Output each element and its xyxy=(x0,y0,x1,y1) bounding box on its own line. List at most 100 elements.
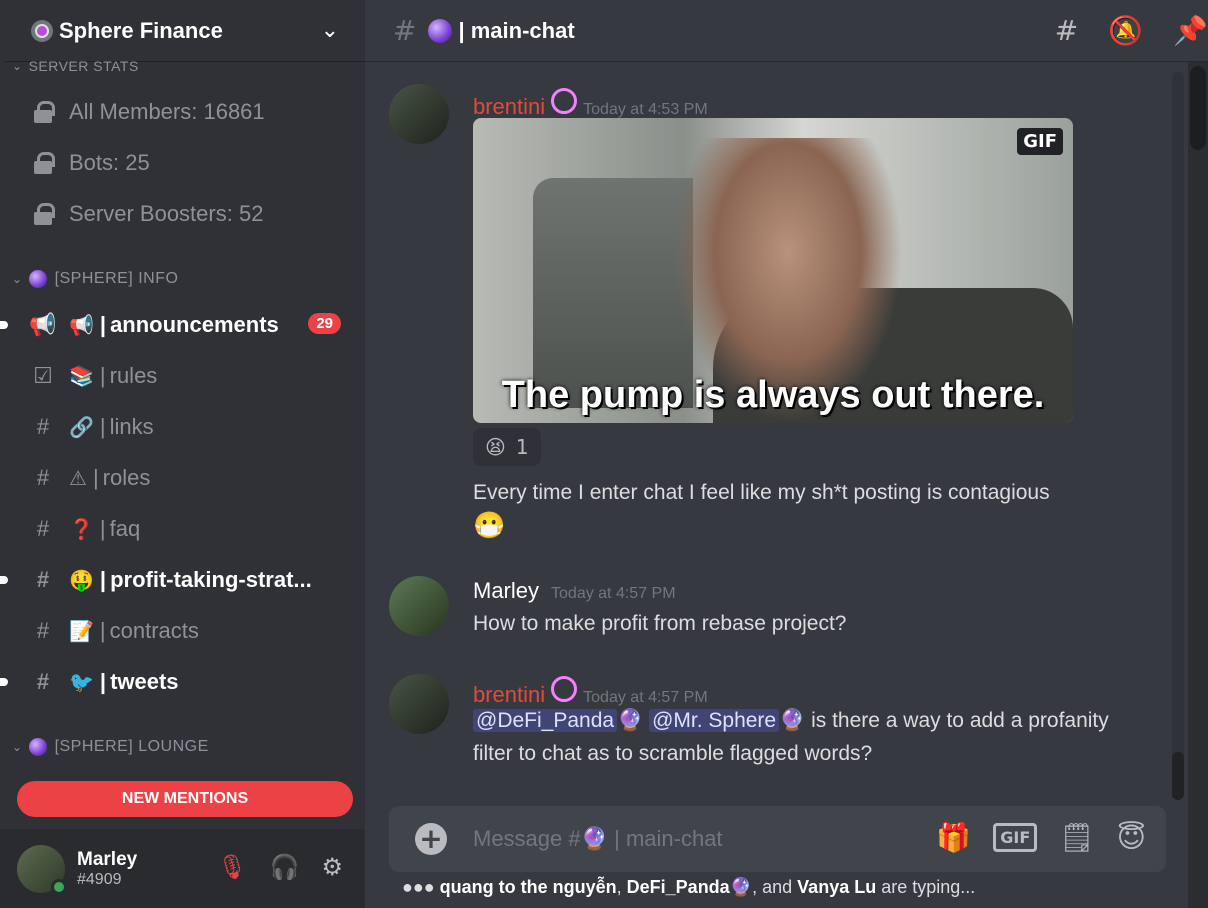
message-author[interactable]: Marley xyxy=(473,578,539,604)
channel-emoji: ❓ xyxy=(69,518,94,541)
hash-lock-icon: # xyxy=(36,618,50,643)
message-scrollbar[interactable] xyxy=(1172,72,1184,800)
crystal-ball-icon: 🔮 xyxy=(729,877,753,897)
channel-contracts[interactable]: # 📝 | contracts xyxy=(17,609,353,653)
lock-icon xyxy=(31,202,55,226)
channel-header: # | main-chat # 🔕 📌 xyxy=(365,0,1208,62)
message-author[interactable]: brentini xyxy=(473,94,545,120)
hash-lock-icon: # xyxy=(36,567,50,592)
channel-profit-taking[interactable]: # 🤑 | profit-taking-strat... xyxy=(0,558,353,602)
unread-indicator xyxy=(0,678,8,686)
lock-icon xyxy=(31,100,55,124)
notification-bell-muted-icon[interactable]: 🔕 xyxy=(1108,14,1143,47)
message-text: How to make profit from rebase project? xyxy=(473,612,847,635)
message-timestamp: Today at 4:57 PM xyxy=(551,585,676,602)
mic-muted-icon[interactable]: 🎙 xyxy=(217,853,247,881)
reaction-button[interactable]: 😫 1 xyxy=(473,428,541,466)
emoji-picker-icon[interactable]: 😇 xyxy=(1117,821,1146,854)
category-label: [SPHERE] INFO xyxy=(54,270,179,287)
add-attachment-icon[interactable]: + xyxy=(415,823,447,855)
channel-emoji: 🤑 xyxy=(69,569,94,592)
typing-user: DeFi_Panda xyxy=(626,877,730,897)
server-icon xyxy=(31,19,53,42)
channel-emoji: 📢 xyxy=(69,314,94,337)
avatar[interactable] xyxy=(17,844,67,895)
online-status-icon xyxy=(51,878,67,895)
user-mention[interactable]: @DeFi_Panda xyxy=(473,709,618,732)
channel-name: profit-taking-strat... xyxy=(110,567,312,592)
hash-lock-icon: # xyxy=(36,465,50,490)
headphones-icon[interactable]: 🎧 xyxy=(270,853,300,881)
channel-roles[interactable]: # ⚠ | roles xyxy=(17,456,353,500)
crystal-ball-icon xyxy=(28,270,47,288)
category-sphere-lounge[interactable]: ⌄ [SPHERE] LOUNGE xyxy=(12,738,209,756)
mask-face-emoji-icon: 😷 xyxy=(473,510,506,540)
gif-picker-button[interactable]: GIF xyxy=(993,823,1038,852)
channel-links[interactable]: # 🔗 | links xyxy=(17,405,353,449)
user-panel: Marley #4909 🎙 🎧 ⚙ xyxy=(0,829,365,908)
new-mentions-button[interactable]: NEW MENTIONS xyxy=(17,781,353,817)
crystal-ball-icon xyxy=(428,18,453,43)
crystal-ball-icon: 🔮 xyxy=(779,709,806,732)
user-mention[interactable]: @Mr. Sphere xyxy=(649,709,780,732)
gif-attachment[interactable]: GIF The pump is always out there. xyxy=(473,118,1073,423)
message-input[interactable]: Message #🔮 | main-chat xyxy=(473,826,723,852)
avatar[interactable] xyxy=(389,576,449,636)
hash-lock-icon: # xyxy=(36,669,50,694)
hash-lock-icon: # xyxy=(36,516,50,541)
message-composer: + Message #🔮 | main-chat 🎁 GIF 🗒 😇 xyxy=(389,806,1166,872)
channel-faq[interactable]: # ❓ | faq xyxy=(17,507,353,551)
scrollbar-thumb[interactable] xyxy=(1172,752,1184,800)
typing-user: Vanya Lu xyxy=(797,877,877,897)
channel-label: Server Boosters: 52 xyxy=(69,201,264,226)
channel-emoji: 📚 xyxy=(69,365,94,388)
channel-label: Bots: 25 xyxy=(69,150,150,175)
stat-channel-boosters[interactable]: Server Boosters: 52 xyxy=(17,192,353,236)
gift-icon[interactable]: 🎁 xyxy=(936,821,971,854)
category-label: SERVER STATS xyxy=(28,58,139,74)
user-tag: #4909 xyxy=(77,870,122,888)
channel-name: links xyxy=(109,414,154,439)
category-label: [SPHERE] LOUNGE xyxy=(54,738,209,755)
category-sphere-info[interactable]: ⌄ [SPHERE] INFO xyxy=(12,270,178,288)
channel-rules[interactable]: ☑ 📚 | rules xyxy=(17,354,353,398)
lock-icon xyxy=(31,151,55,175)
unread-indicator xyxy=(0,321,8,329)
stat-channel-bots[interactable]: Bots: 25 xyxy=(17,141,353,185)
pin-icon[interactable]: 📌 xyxy=(1173,14,1208,47)
avatar[interactable] xyxy=(389,84,449,144)
sticker-icon[interactable]: 🗒 xyxy=(1059,821,1095,854)
channel-tweets[interactable]: # 🐦 | tweets xyxy=(0,660,353,704)
member-list-scrollbar[interactable] xyxy=(1188,62,1208,908)
stat-channel-members[interactable]: All Members: 16861 xyxy=(17,90,353,134)
category-server-stats[interactable]: ⌄ SERVER STATS xyxy=(12,58,139,74)
channel-emoji: 🐦 xyxy=(69,671,94,694)
typing-user: quang to the nguyễn xyxy=(439,877,617,897)
hash-lock-icon: # xyxy=(36,414,50,439)
server-name: Sphere Finance xyxy=(59,17,223,43)
megaphone-icon: 📢 xyxy=(29,312,57,337)
chevron-down-icon: ⌄ xyxy=(12,59,23,73)
nitro-booster-icon xyxy=(551,88,578,114)
threads-icon[interactable]: # xyxy=(1055,14,1078,47)
message-text: @DeFi_Panda 🔮 @Mr. Sphere 🔮 is there a way… xyxy=(473,704,1113,770)
channel-name: contracts xyxy=(109,618,199,643)
message-timestamp: Today at 4:53 PM xyxy=(583,101,708,118)
message-text: Every time I enter chat I feel like my s… xyxy=(473,476,1113,544)
typing-indicator: ●●● quang to the nguyễn, DeFi_Panda🔮, an… xyxy=(402,877,976,897)
username: Marley xyxy=(77,848,138,870)
chevron-down-icon[interactable]: ⌄ xyxy=(321,18,339,43)
message-body: Every time I enter chat I feel like my s… xyxy=(473,481,1050,504)
checkbox-icon: ☑ xyxy=(33,363,53,388)
channel-name: faq xyxy=(109,516,141,541)
server-header[interactable]: Sphere Finance ⌄ xyxy=(5,0,365,62)
gear-icon[interactable]: ⚙ xyxy=(321,853,343,881)
scrollbar-thumb[interactable] xyxy=(1190,66,1206,150)
channel-announcements[interactable]: 📢 📢 | announcements 29 xyxy=(0,303,353,347)
message-list: brentini Today at 4:53 PM GIF The pump i… xyxy=(365,62,1165,802)
nitro-booster-icon xyxy=(551,676,578,702)
channel-name: tweets xyxy=(110,669,179,694)
avatar[interactable] xyxy=(389,674,449,734)
gif-label: GIF xyxy=(1017,128,1063,155)
channel-label: All Members: 16861 xyxy=(69,99,265,124)
